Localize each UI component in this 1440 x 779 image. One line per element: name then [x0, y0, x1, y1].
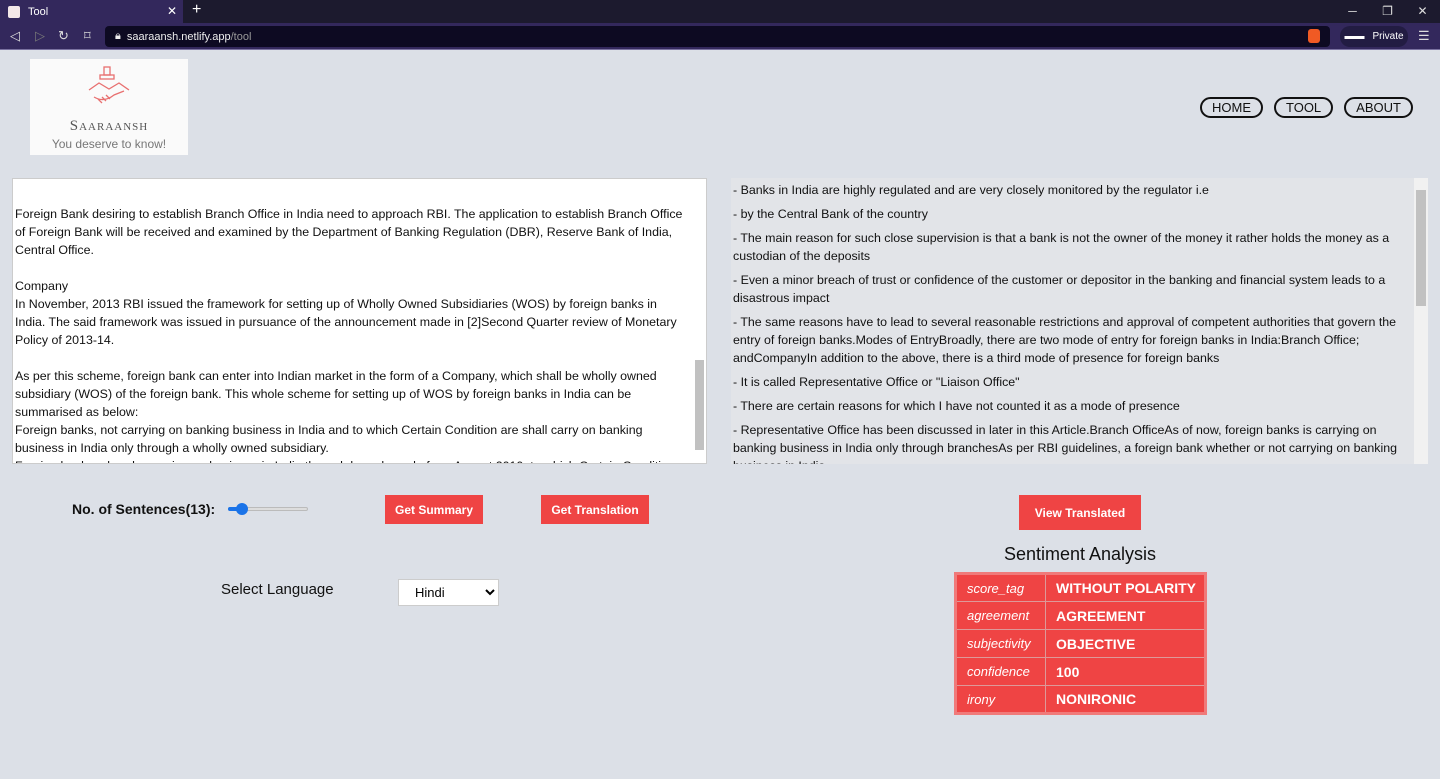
address-bar[interactable]: 🔒︎ saaraansh.netlify.app/tool	[105, 26, 1330, 47]
bookmark-icon[interactable]: ⌑	[84, 28, 91, 44]
sentences-label: No. of Sentences(13):	[72, 501, 216, 517]
summary-sentence: - Representative Office has been discuss…	[733, 423, 1398, 464]
sentiment-value: AGREEMENT	[1045, 601, 1206, 630]
scrollbar-thumb[interactable]	[1416, 190, 1426, 306]
get-translation-button[interactable]: Get Translation	[541, 495, 649, 524]
restore-icon[interactable]: ❐	[1370, 0, 1405, 23]
sentiment-value: 100	[1045, 657, 1206, 686]
menu-icon[interactable]: ☰	[1418, 28, 1430, 44]
glasses-icon: ▬▬	[1344, 31, 1365, 42]
logo-name: Saaraansh	[69, 118, 149, 134]
language-select[interactable]: Hindi	[398, 579, 499, 606]
handshake-logo-icon	[88, 66, 130, 104]
sentiment-value: NONIRONIC	[1045, 685, 1206, 714]
private-label: Private	[1372, 31, 1404, 42]
summary-scrollbar[interactable]	[1414, 178, 1428, 464]
table-row: subjectivity OBJECTIVE	[955, 629, 1206, 658]
table-row: confidence 100	[955, 657, 1206, 686]
url-host: saaraansh.netlify.app	[126, 30, 231, 43]
nav-tool[interactable]: TOOL	[1274, 97, 1334, 118]
sentiment-key: score_tag	[955, 573, 1046, 602]
slider-handle[interactable]	[236, 503, 249, 515]
browser-toolbar: ◁ ▷ ↻ ⌑ 🔒︎ saaraansh.netlify.app/tool ▬▬ P…	[0, 23, 1440, 50]
favicon-icon	[8, 5, 20, 18]
close-window-icon[interactable]: ✕	[1405, 0, 1440, 23]
summary-sentence: - It is called Representative Office or …	[733, 375, 1020, 389]
browser-tab[interactable]: Tool ✕	[0, 0, 183, 23]
summary-sentence: - There are certain reasons for which I …	[733, 399, 1180, 413]
sentiment-key: agreement	[955, 601, 1046, 630]
close-tab-icon[interactable]: ✕	[167, 4, 177, 18]
sentiment-key: confidence	[955, 657, 1046, 686]
summary-sentence: - Even a minor breach of trust or confid…	[733, 273, 1386, 305]
summary-output: - Banks in India are highly regulated an…	[731, 178, 1428, 464]
sentiment-key: subjectivity	[955, 629, 1046, 658]
table-row: agreement AGREEMENT	[955, 601, 1206, 630]
sentiment-table: score_tag WITHOUT POLARITY agreement AGREE…	[954, 572, 1207, 715]
logo[interactable]: Saaraansh You deserve to know!	[30, 59, 188, 155]
sentences-slider[interactable]	[228, 503, 308, 515]
sentiment-key: irony	[955, 685, 1046, 714]
tab-title: Tool	[28, 5, 49, 18]
summary-sentence: - by the Central Bank of the country	[733, 207, 928, 221]
nav-home[interactable]: HOME	[1200, 97, 1263, 118]
summary-sentence: - Banks in India are highly regulated an…	[733, 183, 1209, 197]
reload-icon[interactable]: ↻	[58, 28, 69, 44]
forward-icon[interactable]: ▷	[35, 28, 45, 44]
url-path: /tool	[230, 30, 252, 43]
new-tab-icon[interactable]: +	[192, 1, 201, 19]
table-row: irony NONIRONIC	[955, 685, 1206, 714]
sentiment-value: OBJECTIVE	[1045, 629, 1206, 658]
minimize-icon[interactable]: ─	[1335, 0, 1370, 23]
input-scrollbar[interactable]	[695, 360, 704, 450]
input-text-area[interactable]: Foreign Bank desiring to establish Branc…	[12, 178, 707, 464]
sentiment-title: Sentiment Analysis	[1003, 544, 1157, 564]
view-translated-button[interactable]: View Translated	[1019, 495, 1141, 530]
get-summary-button[interactable]: Get Summary	[385, 495, 483, 524]
lock-icon: 🔒︎	[115, 30, 121, 42]
sentiment-value: WITHOUT POLARITY	[1045, 573, 1206, 602]
browser-tab-bar: Tool ✕ + ─ ❐ ✕	[0, 0, 1440, 23]
private-badge[interactable]: ▬▬ Private	[1340, 26, 1408, 47]
back-icon[interactable]: ◁	[10, 28, 20, 44]
summary-sentence: - The main reason for such close supervi…	[733, 231, 1390, 263]
language-label: Select Language	[221, 581, 334, 598]
main-nav: HOME TOOL ABOUT	[1200, 97, 1413, 118]
brave-shield-icon[interactable]	[1308, 29, 1320, 43]
table-row: score_tag WITHOUT POLARITY	[955, 573, 1206, 602]
logo-tagline: You deserve to know!	[51, 137, 167, 151]
summary-sentence: - The same reasons have to lead to sever…	[733, 315, 1397, 365]
nav-about[interactable]: ABOUT	[1344, 97, 1413, 118]
